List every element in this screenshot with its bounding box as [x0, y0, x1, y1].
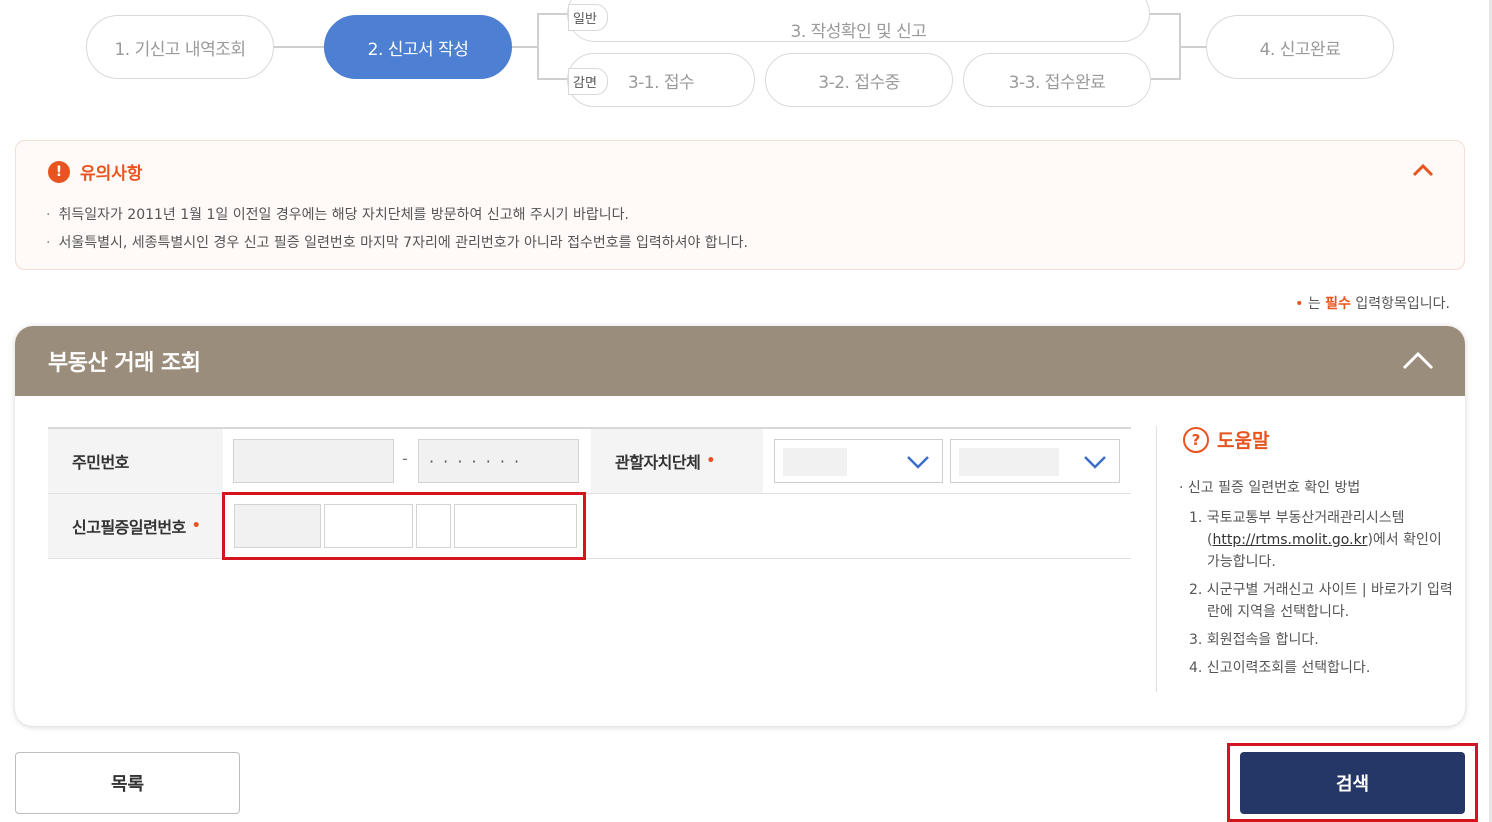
help-step-1: 1. 국토교통부 부동산거래관리시스템 (http://rtms.molit.g… — [1189, 507, 1456, 573]
step-2-active: 2. 신고서 작성 — [324, 15, 512, 79]
authority-district-select[interactable] — [950, 439, 1120, 483]
certificate-no-part3-input[interactable] — [416, 504, 451, 548]
chevron-up-icon — [1402, 351, 1434, 370]
chevron-down-icon — [907, 456, 929, 469]
required-note-prefix: 는 — [1307, 296, 1321, 312]
collapse-panel-button[interactable] — [1401, 346, 1435, 376]
step-4-label: 4. 신고완료 — [1259, 39, 1341, 60]
step-1-label: 1. 기신고 내역조회 — [114, 39, 246, 60]
certificate-no-part4-input[interactable] — [454, 504, 577, 548]
certificate-label-text: 신고필증일련번호 — [72, 518, 186, 537]
step-3-1-label: 3-1. 접수 — [627, 72, 695, 93]
authority-label: 관할자치단체 • — [591, 429, 763, 493]
step-connector — [510, 46, 538, 48]
authority-label-text: 관할자치단체 — [615, 453, 701, 472]
step-connector — [537, 13, 539, 79]
certificate-no-part2-input[interactable] — [324, 504, 413, 548]
notice-title: ! 유의사항 — [48, 159, 143, 184]
tag-reduction: 감면 — [568, 68, 608, 95]
notice-item: 취득일자가 2011년 1월 1일 이전일 경우에는 해당 자치단체를 방문하여… — [46, 201, 748, 229]
form-row-resident: 주민번호 - · · · · · · · 관할자치단체 • — [48, 429, 1131, 494]
step-3-2: 3-2. 접수중 — [765, 53, 953, 107]
step-3-label: 3. 작성확인 및 신고 — [790, 21, 927, 42]
search-button[interactable]: 검색 — [1240, 752, 1465, 814]
tag-general: 일반 — [568, 4, 608, 31]
help-step-3: 3. 회원접속을 합니다. — [1189, 632, 1319, 648]
realestate-search-panel: 부동산 거래 조회 주민번호 - · · · · · · · 관할자치단체 • — [15, 326, 1465, 726]
province-select-value — [783, 448, 847, 476]
district-select-value — [959, 448, 1059, 476]
step-connector — [537, 78, 569, 80]
resident-no-front-input[interactable] — [233, 439, 394, 483]
resident-no-back-input[interactable]: · · · · · · · — [418, 439, 579, 483]
required-dot-icon: • — [1295, 296, 1304, 312]
collapse-notice-button[interactable] — [1410, 157, 1436, 183]
notice-box: ! 유의사항 취득일자가 2011년 1월 1일 이전일 경우에는 해당 자치단… — [15, 140, 1465, 270]
help-steps: 1. 국토교통부 부동산거래관리시스템 (http://rtms.molit.g… — [1189, 507, 1456, 679]
help-step-2: 2. 시군구별 거래신고 사이트 | 바로가기 입력란에 지역을 선택합니다. — [1189, 582, 1453, 620]
notice-item: 서울특별시, 세종특별시인 경우 신고 필증 일련번호 마지막 7자리에 관리번… — [46, 229, 747, 257]
resident-no-back-value: · · · · · · · — [429, 451, 522, 471]
step-connector — [1179, 46, 1208, 48]
notice-title-text: 유의사항 — [80, 164, 143, 184]
exclamation-icon: ! — [48, 160, 70, 183]
help-lead: 신고 필증 일련번호 확인 방법 — [1179, 477, 1456, 499]
question-icon: ? — [1183, 426, 1209, 453]
search-form: 주민번호 - · · · · · · · 관할자치단체 • 신고필증일련번호 • — [48, 427, 1131, 560]
step-connector — [272, 46, 326, 48]
resident-no-label-text: 주민번호 — [72, 453, 129, 472]
authority-province-select[interactable] — [774, 439, 943, 483]
step-connector — [1148, 78, 1180, 80]
list-button-label: 목록 — [110, 774, 145, 795]
panel-header: 부동산 거래 조회 — [15, 326, 1465, 396]
search-button-label: 검색 — [1335, 774, 1370, 795]
chevron-up-icon — [1412, 163, 1434, 177]
certificate-label: 신고필증일련번호 • — [48, 494, 223, 558]
list-button[interactable]: 목록 — [15, 752, 240, 814]
required-note-suffix: 입력항목입니다. — [1355, 296, 1450, 312]
step-1: 1. 기신고 내역조회 — [86, 15, 274, 79]
resident-no-label: 주민번호 — [48, 429, 223, 493]
required-note: • 는 필수 입력항목입니다. — [1295, 293, 1450, 313]
step-connector — [1148, 13, 1180, 15]
step-connector — [537, 13, 569, 15]
help-section: ? 도움말 신고 필증 일련번호 확인 방법 1. 국토교통부 부동산거래관리시… — [1156, 426, 1456, 692]
step-2-label: 2. 신고서 작성 — [367, 39, 469, 60]
form-row-certificate: 신고필증일련번호 • — [48, 492, 1131, 560]
rtms-link[interactable]: http://rtms.molit.go.kr — [1212, 532, 1367, 548]
step-3-2-label: 3-2. 접수중 — [818, 72, 900, 93]
certificate-no-part1-input[interactable] — [234, 504, 321, 548]
help-title: ? 도움말 — [1183, 426, 1456, 453]
step-3-3: 3-3. 접수완료 — [963, 53, 1151, 107]
required-note-keyword: 필수 — [1325, 296, 1351, 312]
panel-title: 부동산 거래 조회 — [48, 351, 201, 376]
resident-no-dash: - — [402, 449, 408, 468]
required-dot-icon: • — [706, 453, 715, 469]
notice-list: 취득일자가 2011년 1월 1일 이전일 경우에는 해당 자치단체를 방문하여… — [46, 201, 748, 257]
step-4: 4. 신고완료 — [1206, 15, 1394, 79]
help-title-text: 도움말 — [1217, 430, 1270, 452]
chevron-down-icon — [1084, 456, 1106, 469]
step-3-3-label: 3-3. 접수완료 — [1008, 72, 1106, 93]
help-step-4: 4. 신고이력조회를 선택합니다. — [1189, 660, 1371, 676]
help-body: 신고 필증 일련번호 확인 방법 1. 국토교통부 부동산거래관리시스템 (ht… — [1179, 477, 1456, 679]
required-dot-icon: • — [191, 518, 201, 534]
step-3: 3. 작성확인 및 신고 — [567, 0, 1150, 42]
